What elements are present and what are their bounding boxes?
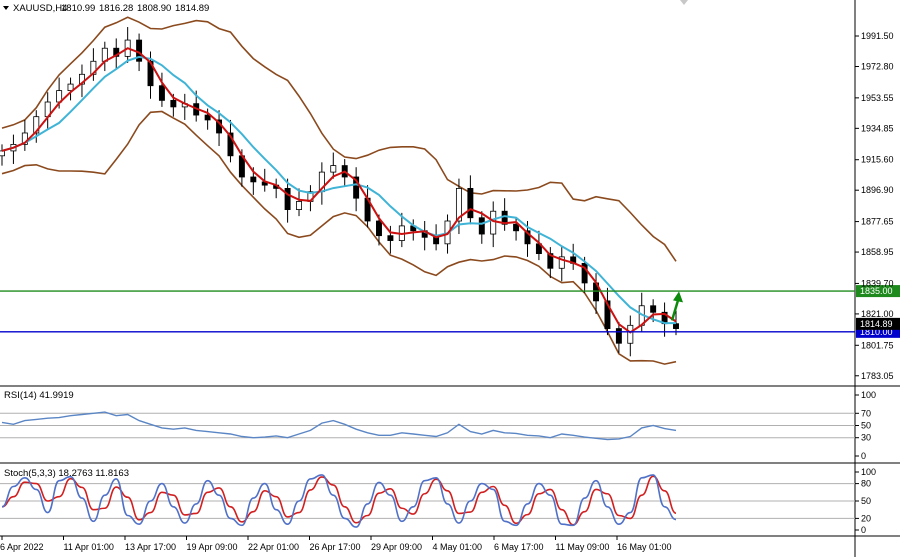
candle-body	[627, 324, 634, 344]
candle-body	[376, 220, 382, 237]
time-tick-label: 6 Apr 2022	[0, 542, 44, 552]
symbol-header: XAUUSD,H4 1810.99 1816.28 1808.90 1814.8…	[3, 3, 209, 14]
rsi-levels	[0, 412, 855, 439]
ohlc-open: 1810.99	[61, 3, 95, 14]
candle-body	[650, 305, 657, 313]
time-tick-label: 26 Apr 17:00	[310, 542, 361, 552]
indicator-tick-label: 50	[861, 496, 871, 506]
candle-body	[673, 323, 679, 329]
candle-body	[467, 188, 474, 219]
time-tick-label: 11 Apr 01:00	[64, 542, 114, 552]
candle-body	[158, 85, 165, 101]
stoch-label: Stoch(5,3,3) 18.2763 11.8163	[4, 468, 129, 479]
candle-body	[170, 99, 177, 108]
candle-body	[615, 328, 622, 344]
time-tick-label: 29 Apr 09:00	[371, 542, 422, 552]
price-tick-label: 1801.75	[861, 340, 894, 350]
rsi-axis: 100 70 50 30 0	[855, 390, 876, 461]
indicator-tick-label: 100	[861, 467, 876, 477]
time-tick-label: 19 Apr 09:00	[187, 542, 238, 552]
price-pane[interactable]: 1835.001810.001814.89 1991.501972.801953…	[0, 0, 900, 557]
candle-body	[490, 210, 497, 235]
chart-canvas[interactable]: 1835.001810.001814.89 1991.501972.801953…	[0, 0, 900, 557]
price-tick-label: 1896.90	[861, 185, 894, 195]
time-tick-label: 6 May 17:00	[494, 542, 544, 552]
indicator-tick-label: 80	[861, 479, 871, 489]
candle-body	[330, 165, 337, 173]
trading-terminal-chart[interactable]: 1835.00 1810.00 1814.89 1991.50 1972.80 1953…	[0, 0, 900, 557]
indicator-tick-label: 30	[861, 433, 871, 443]
indicator-tick-label: 100	[861, 390, 876, 400]
price-tick-label: 1783.05	[861, 371, 894, 381]
ohlc-low: 1808.90	[137, 3, 171, 14]
price-tick-label: 1915.60	[861, 155, 894, 165]
stoch-axis: 100 80 50 20 0	[855, 467, 876, 535]
indicator-tick-label: 50	[861, 421, 871, 431]
price-tick-label: 1821.00	[861, 309, 894, 319]
price-tick-label: 1972.80	[861, 61, 894, 71]
current-price-label: 1814.89	[860, 319, 893, 329]
time-tick-label: 11 May 09:00	[556, 542, 610, 552]
price-tick-label: 1991.50	[861, 31, 894, 41]
indicator-tick-label: 70	[861, 408, 871, 418]
symbol-name: XAUUSD,H4	[13, 3, 67, 14]
price-tick-label: 1839.70	[861, 278, 894, 288]
stoch-levels	[0, 483, 855, 519]
rsi-label: RSI(14) 41.9919	[4, 390, 74, 401]
stochastic-pane[interactable]: 100 80 50 20 0 Stoch(5,3,3) 18.2763 11.8163	[0, 467, 876, 535]
price-tick-label: 1858.95	[861, 247, 894, 257]
time-axis: 6 Apr 2022 11 Apr 01:00 13 Apr 17:00 19 Apr…	[0, 536, 672, 552]
price-tick-label: 1953.55	[861, 93, 894, 103]
candle-body	[284, 188, 291, 210]
indicator-tick-label: 0	[861, 525, 866, 535]
price-pane-background	[0, 0, 855, 385]
ohlc-close: 1814.89	[175, 3, 209, 14]
rsi-pane[interactable]: 100 70 50 30 0 RSI(14) 41.9919	[0, 390, 876, 461]
ohlc-high: 1816.28	[99, 3, 133, 14]
indicator-tick-label: 0	[861, 451, 866, 461]
time-tick-label: 13 Apr 17:00	[125, 542, 176, 552]
time-tick-label: 4 May 01:00	[433, 542, 483, 552]
candle-body	[296, 201, 302, 210]
candle-body	[204, 114, 211, 121]
indicator-tick-label: 20	[861, 513, 871, 523]
candle-body	[513, 223, 520, 232]
price-tick-label: 1934.85	[861, 123, 894, 133]
candle-body	[250, 176, 257, 183]
candle-body	[478, 217, 485, 235]
time-tick-label: 22 Apr 01:00	[248, 542, 299, 552]
price-tick-label: 1877.65	[861, 217, 894, 227]
time-tick-label: 16 May 01:00	[617, 542, 672, 552]
candle-body	[387, 235, 394, 241]
